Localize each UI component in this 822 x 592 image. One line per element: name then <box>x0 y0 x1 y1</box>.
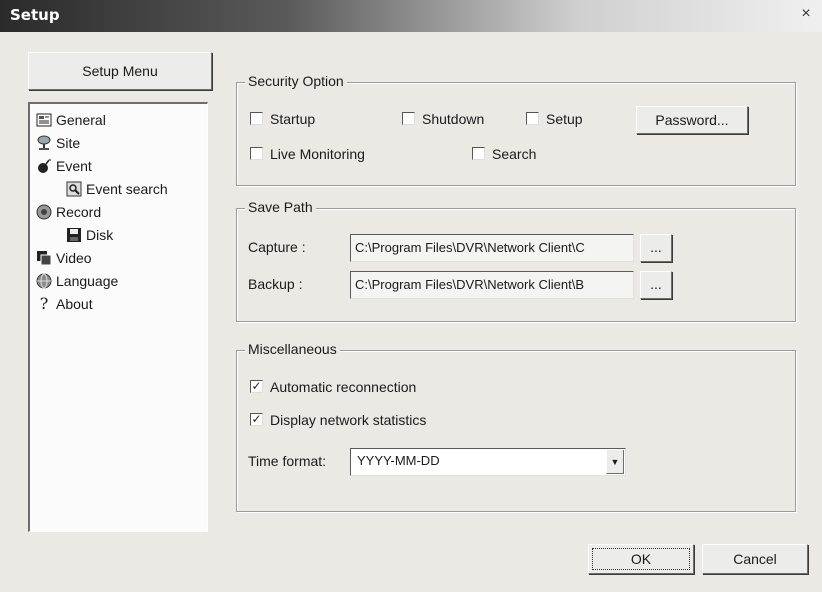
time-format-value: YYYY-MM-DD <box>357 453 440 468</box>
security-option-group: Security Option <box>236 73 796 186</box>
startup-checkbox-box[interactable] <box>250 112 263 125</box>
event-icon <box>38 158 52 173</box>
capture-path-field[interactable]: C:\Program Files\DVR\Network Client\C <box>350 234 634 262</box>
search-checkbox-label: Search <box>492 146 537 162</box>
miscellaneous-group: Miscellaneous <box>236 341 796 512</box>
site-icon <box>37 135 51 150</box>
security-option-title: Security Option <box>245 73 347 89</box>
capture-browse-button[interactable]: ... <box>640 234 672 262</box>
backup-browse-button[interactable]: ... <box>640 271 672 299</box>
video-icon <box>37 251 52 266</box>
tree-label-site: Site <box>56 135 81 151</box>
event-search-icon <box>66 181 82 197</box>
general-icon <box>36 113 52 127</box>
save-path-group: Save Path <box>236 199 796 322</box>
tree-label-record: Record <box>56 204 102 220</box>
backup-path-field[interactable]: C:\Program Files\DVR\Network Client\B <box>350 271 634 299</box>
live-monitoring-checkbox-label: Live Monitoring <box>270 146 365 162</box>
setup-checkbox-box[interactable] <box>526 112 539 125</box>
setup-checkbox-label: Setup <box>546 111 583 127</box>
auto-reconnect-checkbox-label: Automatic reconnection <box>270 379 417 395</box>
disk-icon <box>67 228 81 242</box>
miscellaneous-title: Miscellaneous <box>245 341 340 357</box>
close-icon[interactable]: × <box>798 6 814 22</box>
search-checkbox-box[interactable] <box>472 147 485 160</box>
title-bar: Setup × <box>0 0 822 32</box>
tree-label-general: General <box>56 112 106 128</box>
save-path-title: Save Path <box>245 199 316 215</box>
display-stats-checkbox-box[interactable]: ✓ <box>250 413 263 426</box>
tree-label-disk: Disk <box>86 227 114 243</box>
record-icon <box>36 204 52 220</box>
time-format-label: Time format: <box>248 453 327 469</box>
tree-label-video: Video <box>56 250 92 266</box>
shutdown-checkbox-label: Shutdown <box>422 111 485 127</box>
tree-label-about: About <box>56 296 93 312</box>
tree-label-language: Language <box>56 273 119 289</box>
cancel-button[interactable]: Cancel <box>702 544 808 574</box>
live-monitoring-checkbox-box[interactable] <box>250 147 263 160</box>
setup-tree[interactable]: General Site Event Event search Record D… <box>28 102 208 532</box>
time-format-select[interactable]: YYYY-MM-DD ▼ <box>350 448 626 476</box>
shutdown-checkbox-box[interactable] <box>402 112 415 125</box>
ok-button[interactable]: OK <box>588 544 694 574</box>
tree-label-event: Event <box>56 158 92 174</box>
language-icon <box>36 273 52 289</box>
about-icon: ? <box>39 294 49 313</box>
display-stats-checkbox-label: Display network statistics <box>270 412 427 428</box>
backup-label: Backup : <box>248 276 303 292</box>
setup-menu-button[interactable]: Setup Menu <box>28 52 212 90</box>
auto-reconnect-checkbox-box[interactable]: ✓ <box>250 380 263 393</box>
window-title: Setup <box>10 6 60 24</box>
password-button[interactable]: Password... <box>636 106 748 134</box>
startup-checkbox-label: Startup <box>270 111 316 127</box>
chevron-down-icon[interactable]: ▼ <box>606 450 624 474</box>
tree-label-event-search: Event search <box>86 181 168 197</box>
capture-label: Capture : <box>248 239 306 255</box>
